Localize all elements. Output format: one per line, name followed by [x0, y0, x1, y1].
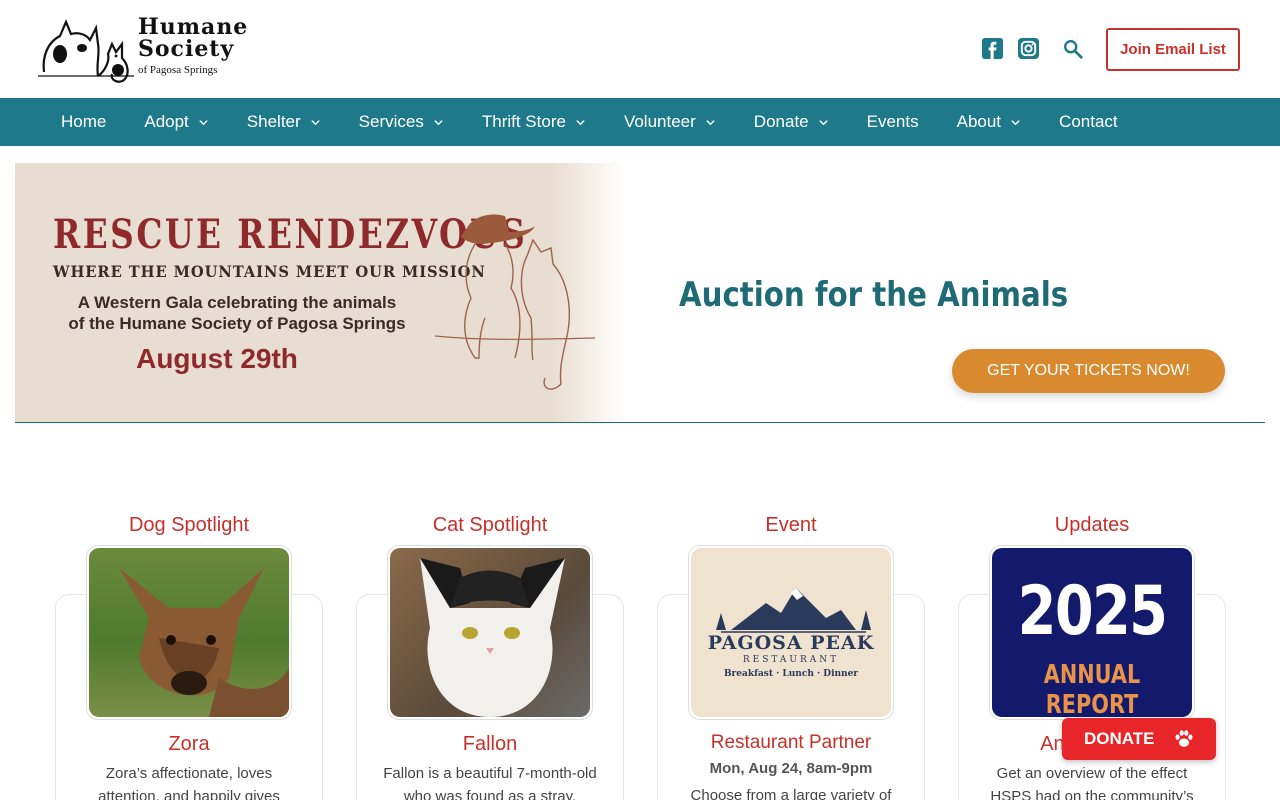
nav-item-label: Home: [61, 112, 107, 131]
annual-report-photo[interactable]: 2025 ANNUAL REPORT: [989, 545, 1195, 720]
dog-spotlight-card: Dog Spotlight Zora Zora’s affectionate, …: [55, 510, 323, 800]
chevron-down-icon: [818, 119, 828, 125]
gala-date: August 29th: [136, 343, 298, 374]
nav-item-services[interactable]: Services: [340, 98, 463, 146]
get-tickets-button[interactable]: GET YOUR TICKETS NOW!: [952, 349, 1225, 393]
paw-icon: [1175, 730, 1193, 747]
chevron-down-icon: [434, 119, 443, 125]
chevron-down-icon: [199, 119, 208, 125]
instagram-icon[interactable]: [1017, 37, 1040, 60]
cats-with-hat-illustration-icon: [435, 214, 596, 390]
nav-item-label: Contact: [1059, 112, 1118, 131]
pet-name[interactable]: Fallon: [356, 733, 624, 756]
logo-line2: Society: [138, 36, 235, 62]
event-name[interactable]: Restaurant Partner: [657, 732, 925, 754]
nav-item-label: Donate: [753, 112, 809, 131]
event-photo[interactable]: PAGOSA PEAK RESTAURANT Breakfast · Lunch…: [688, 545, 894, 720]
logo-line1: Humane: [138, 14, 249, 40]
chevron-down-icon: [576, 119, 585, 125]
nav-item-label: Services: [358, 112, 424, 131]
search-icon[interactable]: [1062, 38, 1084, 60]
nav-item-donate[interactable]: Donate: [735, 98, 848, 146]
report-year: 2025: [1017, 572, 1168, 651]
card-category[interactable]: Updates: [958, 514, 1226, 537]
card-description: Choose from a large variety of: [690, 787, 892, 800]
auction-heading: Auction for the Animals: [679, 275, 1069, 315]
report-label: ANNUAL REPORT: [1043, 660, 1141, 717]
gala-description-line1: A Western Gala celebrating the animals: [77, 293, 397, 312]
card-category[interactable]: Cat Spotlight: [356, 514, 624, 537]
restaurant-logo-title: PAGOSA PEAK: [707, 632, 875, 654]
restaurant-logo-meals: Breakfast · Lunch · Dinner: [723, 669, 859, 679]
dog-image: [119, 568, 289, 717]
restaurant-logo-sub: RESTAURANT: [742, 655, 840, 665]
join-email-list-button[interactable]: Join Email List: [1106, 28, 1240, 71]
gala-subtitle: WHERE THE MOUNTAINS MEET OUR MISSION: [53, 262, 486, 281]
site-header: Humane Society of Pagosa Springs Join Em…: [0, 0, 1280, 98]
card-category[interactable]: Dog Spotlight: [55, 514, 323, 537]
card-description: Zora’s affectionate, loves attention, an…: [98, 765, 280, 800]
nav-item-about[interactable]: About: [938, 98, 1040, 146]
chevron-down-icon: [1011, 119, 1020, 125]
card-description: Get an overview of the effect HSPS had o…: [990, 765, 1194, 800]
cat-dog-logo-icon: [38, 19, 134, 83]
nav-item-label: About: [956, 112, 1002, 131]
event-date: Mon, Aug 24, 8am-9pm: [709, 760, 873, 777]
gala-description-line2: of the Humane Society of Pagosa Springs: [68, 314, 406, 333]
nav-item-events[interactable]: Events: [848, 98, 938, 146]
card-description: Fallon is a beautiful 7-month-old who wa…: [383, 765, 597, 800]
cat-photo[interactable]: [387, 545, 593, 720]
nav-item-home[interactable]: Home: [42, 98, 125, 146]
chevron-down-icon: [311, 119, 320, 125]
site-logo[interactable]: Humane Society of Pagosa Springs: [38, 14, 247, 84]
nav-item-shelter[interactable]: Shelter: [228, 98, 340, 146]
nav-item-contact[interactable]: Contact: [1040, 98, 1137, 146]
nav-item-label: Events: [866, 112, 919, 131]
main-nav: Home Adopt Shelter Services Thrift Store Volu…: [0, 98, 1280, 146]
logo-line3: of Pagosa Springs: [138, 64, 218, 76]
nav-item-label: Adopt: [144, 112, 189, 131]
floating-donate-button[interactable]: DONATE: [1062, 718, 1216, 760]
card-category[interactable]: Event: [657, 514, 925, 537]
donate-label: DONATE: [1084, 729, 1155, 748]
pet-name[interactable]: Zora: [55, 733, 323, 756]
nav-item-label: Shelter: [246, 112, 301, 131]
event-card: Event PAGOSA PEAK RESTAURANT Breakfast ·…: [657, 510, 925, 800]
cat-image: [420, 558, 565, 717]
nav-item-label: Volunteer: [623, 112, 696, 131]
chevron-down-icon: [706, 119, 715, 125]
nav-item-adopt[interactable]: Adopt: [125, 98, 227, 146]
cat-spotlight-card: Cat Spotlight Fallon Fallon is a beautif…: [356, 510, 624, 800]
nav-item-label: Thrift Store: [481, 112, 566, 131]
dog-photo[interactable]: [86, 545, 292, 720]
gala-banner: RESCUE RENDEZVOUS WHERE THE MOUNTAINS ME…: [15, 163, 1265, 423]
nav-item-volunteer[interactable]: Volunteer: [605, 98, 735, 146]
nav-item-thrift-store[interactable]: Thrift Store: [463, 98, 605, 146]
facebook-icon[interactable]: [981, 37, 1004, 60]
gala-banner-image[interactable]: RESCUE RENDEZVOUS WHERE THE MOUNTAINS ME…: [15, 163, 625, 422]
